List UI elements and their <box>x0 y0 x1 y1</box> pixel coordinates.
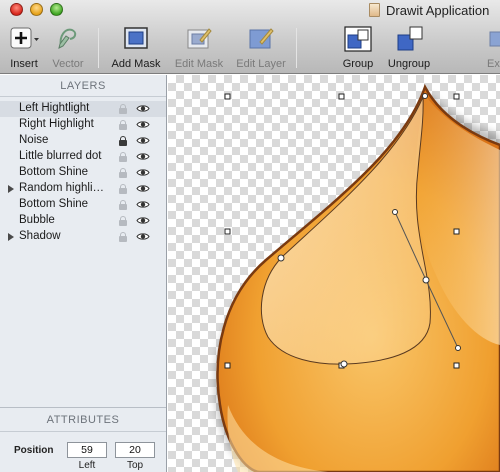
layer-name: Bottom Shine <box>19 166 89 178</box>
layer-list: Left Hightlight Right Highlight Noise Li… <box>0 101 166 245</box>
zoom-window-button[interactable] <box>50 3 63 16</box>
lock-icon[interactable] <box>119 184 127 194</box>
document-icon <box>369 3 380 17</box>
close-window-button[interactable] <box>10 3 23 16</box>
layer-name: Shadow <box>19 230 61 242</box>
layer-item[interactable]: Bottom Shine <box>0 165 166 181</box>
window-title: Drawit Application <box>386 3 490 18</box>
left-highlight <box>260 96 431 365</box>
position-label: Position <box>14 445 54 456</box>
edit-mask-button[interactable]: Edit Mask <box>170 26 228 72</box>
lock-icon[interactable] <box>119 136 127 146</box>
attributes-title: ATTRIBUTES <box>0 408 166 432</box>
export-button[interactable]: Ex <box>484 26 500 72</box>
edit-layer-button[interactable]: Edit Layer <box>232 26 290 72</box>
pen-tool-icon <box>55 26 81 50</box>
layer-name: Random highli… <box>19 182 105 194</box>
visibility-eye-icon[interactable] <box>136 152 150 161</box>
lock-icon[interactable] <box>119 104 127 114</box>
layer-name: Right Highlight <box>19 118 94 130</box>
layers-title: LAYERS <box>0 75 166 97</box>
layer-item[interactable]: Left Hightlight <box>0 101 166 117</box>
drawing-canvas[interactable] <box>168 75 500 472</box>
toolbar: Drawit Application Insert Vector Add Mas… <box>0 0 500 74</box>
minimize-window-button[interactable] <box>30 3 43 16</box>
toolbar-separator <box>296 28 297 68</box>
top-label: Top <box>126 460 144 471</box>
layer-item[interactable]: Random highli… <box>0 181 166 197</box>
visibility-eye-icon[interactable] <box>136 168 150 177</box>
visibility-eye-icon[interactable] <box>136 136 150 145</box>
position-top-field[interactable]: 20 <box>115 442 155 458</box>
position-left-field[interactable]: 59 <box>67 442 107 458</box>
layer-item[interactable]: Bottom Shine <box>0 197 166 213</box>
artwork <box>215 83 500 472</box>
disclosure-triangle-icon[interactable] <box>8 185 14 193</box>
add-mask-button[interactable]: Add Mask <box>106 26 166 72</box>
lock-icon[interactable] <box>119 232 127 242</box>
left-label: Left <box>78 460 96 471</box>
layer-item[interactable]: Shadow <box>0 229 166 245</box>
lock-icon[interactable] <box>119 168 127 178</box>
layer-item[interactable]: Little blurred dot <box>0 149 166 165</box>
layer-name: Noise <box>19 134 49 146</box>
layer-item[interactable]: Right Highlight <box>0 117 166 133</box>
visibility-eye-icon[interactable] <box>136 232 150 241</box>
visibility-eye-icon[interactable] <box>136 184 150 193</box>
visibility-eye-icon[interactable] <box>136 216 150 225</box>
insert-button[interactable]: Insert <box>4 26 44 72</box>
export-icon <box>484 26 500 50</box>
toolbar-separator <box>98 28 99 68</box>
layer-name: Little blurred dot <box>19 150 102 162</box>
attributes-panel: ATTRIBUTES Position 59 20 Left Top <box>0 407 166 472</box>
layer-item[interactable]: Bubble <box>0 213 166 229</box>
lock-icon[interactable] <box>119 216 127 226</box>
vector-button[interactable]: Vector <box>46 26 90 72</box>
disclosure-triangle-icon[interactable] <box>8 233 14 241</box>
add-mask-icon <box>123 26 149 50</box>
ungroup-button[interactable]: Ungroup <box>384 26 434 72</box>
edit-layer-icon <box>248 26 274 50</box>
layer-name: Bottom Shine <box>19 198 89 210</box>
layer-name: Bubble <box>19 214 55 226</box>
group-icon <box>344 26 372 52</box>
layer-name: Left Hightlight <box>19 102 90 114</box>
plus-icon <box>9 26 39 50</box>
lock-icon[interactable] <box>119 120 127 130</box>
visibility-eye-icon[interactable] <box>136 120 150 129</box>
edit-mask-icon <box>186 26 212 50</box>
layer-item[interactable]: Noise <box>0 133 166 149</box>
visibility-eye-icon[interactable] <box>136 200 150 209</box>
ungroup-icon <box>395 26 423 52</box>
group-button[interactable]: Group <box>338 26 378 72</box>
lock-icon[interactable] <box>119 152 127 162</box>
lock-icon[interactable] <box>119 200 127 210</box>
visibility-eye-icon[interactable] <box>136 104 150 113</box>
sidebar: LAYERS Left Hightlight Right Highlight N… <box>0 75 167 472</box>
